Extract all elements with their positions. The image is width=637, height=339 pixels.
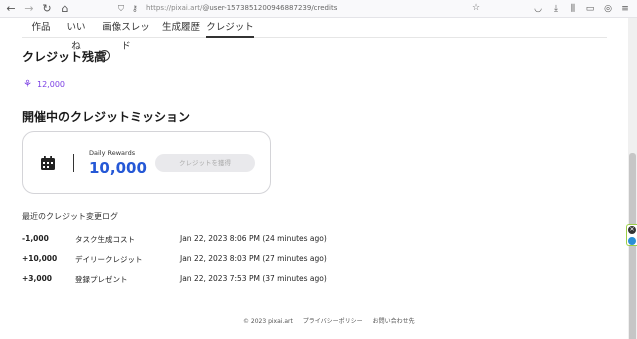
scrollbar[interactable] <box>628 18 637 339</box>
credit-balance-value: 12,000 <box>37 80 65 89</box>
pocket-icon[interactable]: ◡ <box>532 2 544 16</box>
tab-credits[interactable]: クレジット <box>206 18 254 38</box>
tab-threads[interactable]: 画像スレッド <box>100 18 152 52</box>
library-icon[interactable]: ⫼ <box>567 2 579 16</box>
url-prefix: https://pixai.art/ <box>146 4 203 12</box>
menu-icon[interactable]: ≡ <box>619 2 631 16</box>
shield-icon[interactable]: ⛉ <box>118 1 124 16</box>
copyright-text: © 2023 pixai.art <box>243 318 293 325</box>
log-time: Jan 22, 2023 7:53 PM (37 minutes ago) <box>180 274 327 283</box>
log-amount: -1,000 <box>22 234 49 243</box>
help-icon[interactable]: ? <box>99 50 110 61</box>
record-icon[interactable] <box>628 237 636 245</box>
log-amount: +10,000 <box>22 254 58 263</box>
key-icon[interactable]: ⚷ <box>132 1 138 16</box>
home-icon[interactable]: ⌂ <box>58 2 72 16</box>
side-extension-widget[interactable]: ✕ <box>626 224 637 246</box>
log-row: +10,000 デイリークレジット Jan 22, 2023 8:03 PM (… <box>22 254 602 266</box>
log-time: Jan 22, 2023 8:06 PM (24 minutes ago) <box>180 234 327 243</box>
close-icon[interactable]: ✕ <box>628 226 636 234</box>
bookmark-star-icon[interactable]: ☆ <box>472 1 480 16</box>
log-description: タスク生成コスト <box>75 235 135 244</box>
download-icon[interactable]: ⤓ <box>550 2 562 16</box>
missions-title: 開催中のクレジットミッション <box>22 110 191 124</box>
scrollbar-thumb[interactable] <box>629 153 636 339</box>
mission-card: Daily Rewards 10,000 クレジットを獲得 <box>22 131 271 194</box>
claim-credits-button[interactable]: クレジットを獲得 <box>155 154 255 172</box>
log-amount: +3,000 <box>22 274 53 283</box>
forward-icon[interactable]: → <box>22 2 36 16</box>
log-row: -1,000 タスク生成コスト Jan 22, 2023 8:06 PM (24… <box>22 234 602 246</box>
log-row: +3,000 登録プレゼント Jan 22, 2023 7:53 PM (37 … <box>22 274 602 286</box>
credit-balance-title: クレジット残高 <box>22 50 107 64</box>
contact-link[interactable]: お問い合わせ先 <box>373 318 415 325</box>
log-description: 登録プレゼント <box>75 275 128 284</box>
log-time: Jan 22, 2023 8:03 PM (27 minutes ago) <box>180 254 327 263</box>
url-path: @user-1573851200946887239/credits <box>202 4 338 12</box>
browser-toolbar: ← → ↻ ⌂ ⛉ ⚷ https://pixai.art/@user-1573… <box>0 0 637 18</box>
tab-history[interactable]: 生成履歴 <box>161 18 201 38</box>
privacy-link[interactable]: プライバシーポリシー <box>303 318 363 325</box>
card-divider <box>73 154 74 172</box>
back-icon[interactable]: ← <box>4 2 18 16</box>
address-bar[interactable]: ⛉ ⚷ https://pixai.art/@user-157385120094… <box>116 1 496 16</box>
mission-label: Daily Rewards <box>89 149 136 157</box>
url-text: https://pixai.art/@user-1573851200946887… <box>146 1 337 16</box>
mission-value: 10,000 <box>89 159 147 177</box>
profile-tabs: 作品 いいね 画像スレッド 生成履歴 クレジット <box>22 18 607 52</box>
extension-icon[interactable]: ◎ <box>602 2 614 16</box>
calendar-icon <box>41 156 55 170</box>
footer: © 2023 pixai.art プライバシーポリシー お問い合わせ先 <box>243 316 423 325</box>
log-title: 最近のクレジット変更ログ <box>22 212 118 221</box>
tab-likes[interactable]: いいね <box>62 18 90 52</box>
reload-icon[interactable]: ↻ <box>40 2 54 16</box>
credit-icon: ⚘ <box>23 79 32 90</box>
log-description: デイリークレジット <box>75 255 143 264</box>
tab-works[interactable]: 作品 <box>30 18 52 38</box>
sidebar-icon[interactable]: ▭ <box>584 2 596 16</box>
